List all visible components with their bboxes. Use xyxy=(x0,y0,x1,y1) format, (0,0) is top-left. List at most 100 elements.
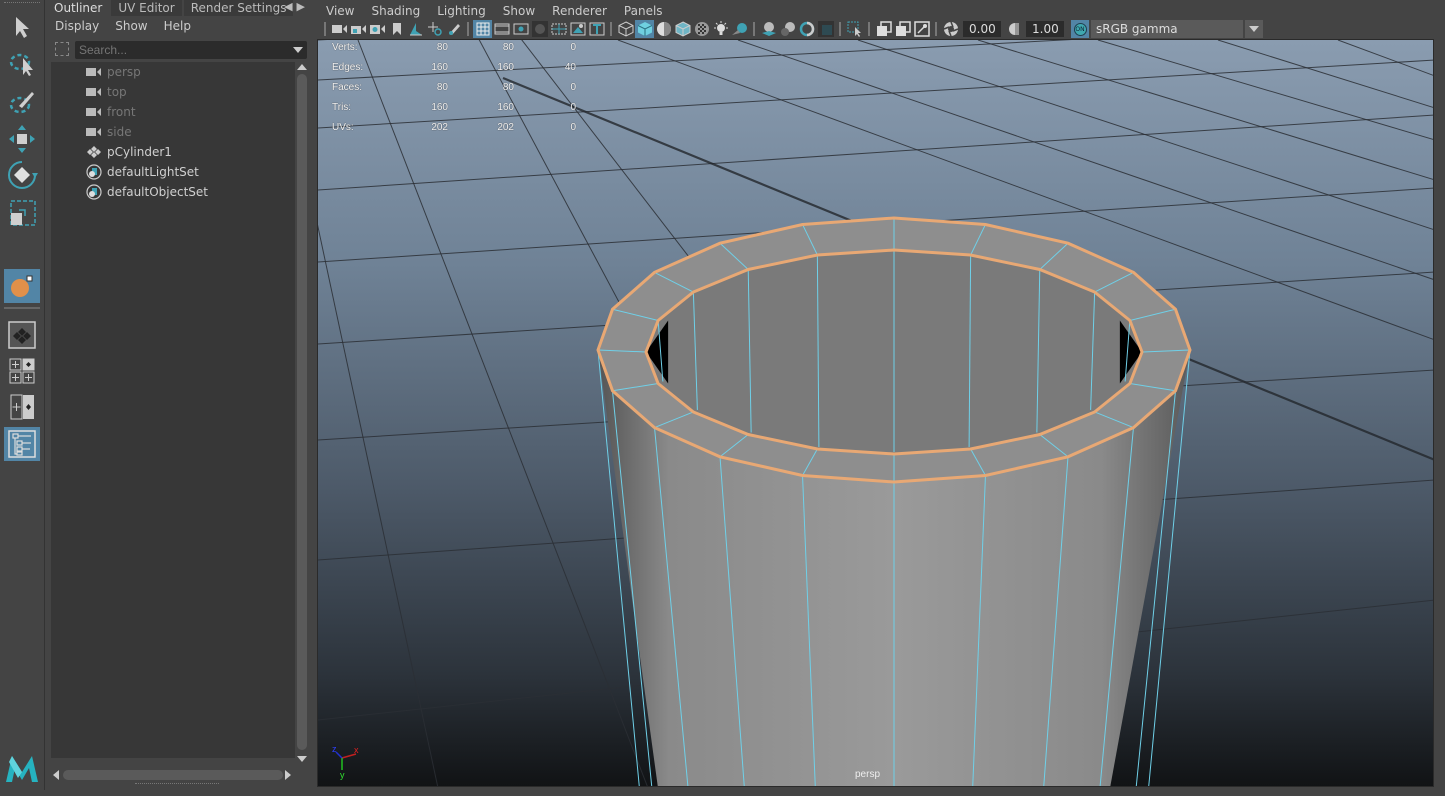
outliner-horizontal-scrollbar[interactable] xyxy=(51,768,295,782)
tab-scroll-left-icon[interactable]: ◀ xyxy=(284,0,296,13)
menu-help[interactable]: Help xyxy=(156,17,199,37)
gate-mask-button[interactable] xyxy=(530,20,549,38)
tab-render-settings[interactable]: Render Settings xyxy=(183,0,294,16)
tab-scroll-right-icon[interactable]: ▶ xyxy=(297,0,309,13)
single-perspective-layout-button[interactable] xyxy=(4,318,40,352)
four-view-layout-button[interactable] xyxy=(4,354,40,388)
four-view-layout-icon xyxy=(9,358,35,384)
exposure-field[interactable]: 0.00 xyxy=(963,21,1001,37)
hud-value: 160 xyxy=(497,102,514,113)
outliner-item-pcylinder1[interactable]: pCylinder1 xyxy=(85,142,172,162)
outliner-item-top[interactable]: top xyxy=(85,82,127,102)
xray-button[interactable] xyxy=(874,20,893,38)
gamma-field[interactable]: 1.00 xyxy=(1026,21,1064,37)
scrollbar-thumb[interactable] xyxy=(63,770,283,780)
select-tool-button[interactable] xyxy=(4,10,40,44)
xray-joints-button[interactable] xyxy=(912,20,931,38)
rotate-tool-button[interactable] xyxy=(4,158,40,192)
film-gate-button[interactable] xyxy=(492,20,511,38)
smooth-shade-button[interactable] xyxy=(635,20,654,38)
lock-camera-button[interactable] xyxy=(349,20,368,38)
search-input[interactable] xyxy=(75,41,307,59)
isolate-select-button[interactable] xyxy=(845,20,864,38)
menu-panels[interactable]: Panels xyxy=(614,2,670,20)
motion-blur-button[interactable] xyxy=(778,20,797,38)
anti-aliasing-button[interactable] xyxy=(797,20,816,38)
persp-outliner-layout-button[interactable] xyxy=(4,390,40,424)
viewport-scene[interactable] xyxy=(318,40,1434,787)
menu-renderer[interactable]: Renderer xyxy=(542,2,614,20)
outliner-item-defaultlightset[interactable]: defaultLightSet xyxy=(85,162,199,182)
default-material-button[interactable] xyxy=(654,20,673,38)
viewport-menubar: View Shading Lighting Show Renderer Pane… xyxy=(316,2,670,20)
xray-joints-icon xyxy=(913,21,930,37)
safe-action-button[interactable] xyxy=(568,20,587,38)
scroll-up-icon[interactable] xyxy=(297,64,307,70)
field-chart-button[interactable] xyxy=(549,20,568,38)
grease-pencil-button[interactable] xyxy=(444,20,463,38)
wireframe-button[interactable] xyxy=(616,20,635,38)
toolbox-grip[interactable] xyxy=(4,2,40,4)
outliner-vertical-scrollbar[interactable] xyxy=(296,62,308,762)
scroll-down-icon[interactable] xyxy=(297,756,307,762)
scroll-right-icon[interactable] xyxy=(285,770,291,780)
outliner-layout-button[interactable] xyxy=(4,427,40,461)
menu-lighting[interactable]: Lighting xyxy=(427,2,493,20)
tab-uv-editor[interactable]: UV Editor xyxy=(111,0,182,16)
textured-button[interactable] xyxy=(692,20,711,38)
camera-attributes-button[interactable] xyxy=(368,20,387,38)
two-d-pan-zoom-button[interactable] xyxy=(425,20,444,38)
screen-space-ao-button[interactable] xyxy=(759,20,778,38)
move-tool-button[interactable] xyxy=(4,122,40,156)
set-icon xyxy=(85,164,103,180)
panel-resize-grip[interactable] xyxy=(135,783,219,784)
shadows-button[interactable] xyxy=(730,20,749,38)
hud-value: 80 xyxy=(502,82,514,93)
outliner-item-front[interactable]: front xyxy=(85,102,136,122)
outliner-item-side[interactable]: side xyxy=(85,122,132,142)
paint-select-tool-button[interactable] xyxy=(4,84,40,118)
last-tool-button[interactable] xyxy=(4,269,40,303)
use-all-lights-button[interactable] xyxy=(711,20,730,38)
color-management-toggle[interactable]: ON xyxy=(1071,20,1089,38)
exposure-icon-button[interactable] xyxy=(941,20,960,38)
wireframe-on-shaded-button[interactable] xyxy=(673,20,692,38)
menu-shading[interactable]: Shading xyxy=(361,2,427,20)
outliner-menubar: Display Show Help xyxy=(47,17,199,37)
toolbox-divider xyxy=(4,307,40,309)
select-camera-button[interactable] xyxy=(330,20,349,38)
menu-display[interactable]: Display xyxy=(47,17,107,37)
view-transform-select[interactable]: sRGB gamma xyxy=(1091,20,1243,38)
outliner-panel: Outliner UV Editor Render Settings ◀▶ Di… xyxy=(47,0,313,790)
tab-scroll-arrows[interactable]: ◀▶ xyxy=(284,0,309,13)
hud-label: UVs: xyxy=(332,122,354,133)
resolution-gate-button[interactable] xyxy=(511,20,530,38)
depth-of-field-button[interactable] xyxy=(816,20,835,38)
menu-show[interactable]: Show xyxy=(107,17,155,37)
menu-show[interactable]: Show xyxy=(493,2,542,20)
scrollbar-thumb[interactable] xyxy=(297,74,307,750)
view-transform-dropdown-icon[interactable] xyxy=(1245,20,1263,38)
safe-title-button[interactable] xyxy=(587,20,606,38)
gamma-icon-button[interactable] xyxy=(1004,20,1023,38)
search-dropdown-icon[interactable] xyxy=(293,47,303,53)
arrow-icon xyxy=(16,17,29,38)
film-gate-icon xyxy=(494,23,509,35)
depth-of-field-icon xyxy=(817,21,834,37)
outliner-layout-icon xyxy=(8,430,36,458)
3d-viewport[interactable]: Verts: 80 80 0 Edges: 160 160 40 Faces: 80 80 0 Tris… xyxy=(317,39,1434,787)
grid-toggle-button[interactable] xyxy=(473,20,492,38)
filter-icon[interactable] xyxy=(55,42,69,56)
outliner-item-persp[interactable]: persp xyxy=(85,62,141,82)
camera-icon xyxy=(85,125,103,139)
scroll-left-icon[interactable] xyxy=(53,770,59,780)
lasso-tool-button[interactable] xyxy=(4,46,40,80)
soft-select-icon xyxy=(11,275,33,297)
scale-tool-button[interactable] xyxy=(4,196,40,230)
outliner-item-defaultobjectset[interactable]: defaultObjectSet xyxy=(85,182,208,202)
menu-view[interactable]: View xyxy=(316,2,361,20)
bookmarks-button[interactable] xyxy=(387,20,406,38)
image-plane-button[interactable] xyxy=(406,20,425,38)
tab-outliner[interactable]: Outliner xyxy=(47,0,110,16)
xray-active-components-button[interactable] xyxy=(893,20,912,38)
